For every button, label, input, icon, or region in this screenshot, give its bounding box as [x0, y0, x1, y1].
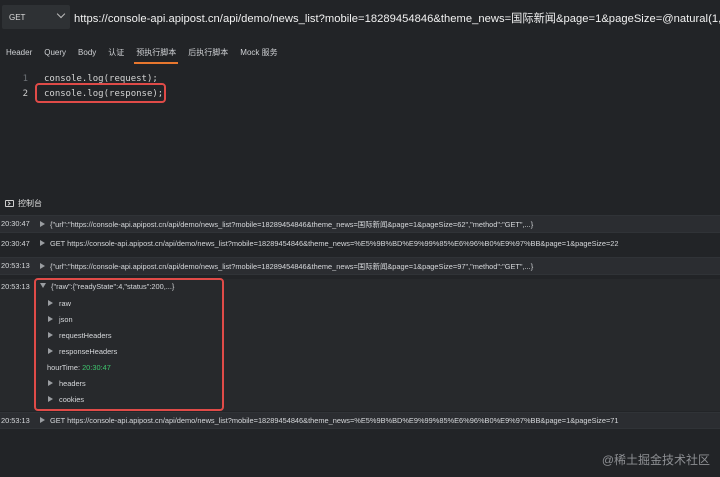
line-number: 1	[22, 74, 28, 84]
tab-pre-script[interactable]: 预执行脚本	[130, 44, 182, 64]
expand-arrow-icon[interactable]	[40, 221, 45, 227]
log-row[interactable]: 20:30:47 {"url":"https://console-api.api…	[0, 215, 720, 233]
log-text: {"url":"https://console-api.apipost.cn/a…	[50, 220, 534, 229]
method-select[interactable]: GET	[2, 5, 70, 29]
console-title: 控制台	[18, 198, 42, 208]
request-bar: GET https://console-api.apipost.cn/api/d…	[0, 0, 720, 36]
tab-auth[interactable]: 认证	[102, 44, 130, 62]
log-time: 20:30:47	[1, 219, 30, 228]
log-text: GET https://console-api.apipost.cn/api/d…	[50, 416, 619, 425]
url-input[interactable]: https://console-api.apipost.cn/api/demo/…	[74, 10, 720, 26]
request-tabs: Header Query Body 认证 预执行脚本 后执行脚本 Mock 服务	[0, 44, 720, 64]
line-number: 2	[22, 89, 28, 99]
chevron-down-icon	[56, 9, 66, 19]
tab-body[interactable]: Body	[72, 44, 102, 62]
method-label: GET	[9, 12, 26, 22]
log-time: 20:53:13	[1, 261, 30, 270]
log-time: 20:30:47	[1, 239, 30, 248]
expand-arrow-icon[interactable]	[40, 263, 45, 269]
tab-post-script[interactable]: 后执行脚本	[182, 44, 234, 62]
tab-query[interactable]: Query	[38, 44, 72, 62]
terminal-icon	[5, 199, 14, 207]
tab-mock-service[interactable]: Mock 服务	[234, 44, 283, 62]
highlight-box	[34, 278, 224, 411]
console-header[interactable]: 控制台	[0, 195, 42, 211]
watermark: @稀土掘金技术社区	[601, 453, 710, 467]
log-row[interactable]: 20:53:13 {"url":"https://console-api.api…	[0, 257, 720, 275]
tab-header[interactable]: Header	[0, 44, 38, 62]
log-row[interactable]: 20:30:47 GET https://console-api.apipost…	[0, 236, 720, 254]
highlight-box	[35, 83, 166, 103]
log-time: 20:53:13	[1, 416, 30, 425]
expand-arrow-icon[interactable]	[40, 240, 45, 246]
log-text: GET https://console-api.apipost.cn/api/d…	[50, 239, 619, 248]
log-row[interactable]: 20:53:13 GET https://console-api.apipost…	[0, 412, 720, 429]
log-text: {"url":"https://console-api.apipost.cn/a…	[50, 262, 534, 271]
expand-arrow-icon[interactable]	[40, 417, 45, 423]
log-time: 20:53:13	[1, 282, 30, 291]
